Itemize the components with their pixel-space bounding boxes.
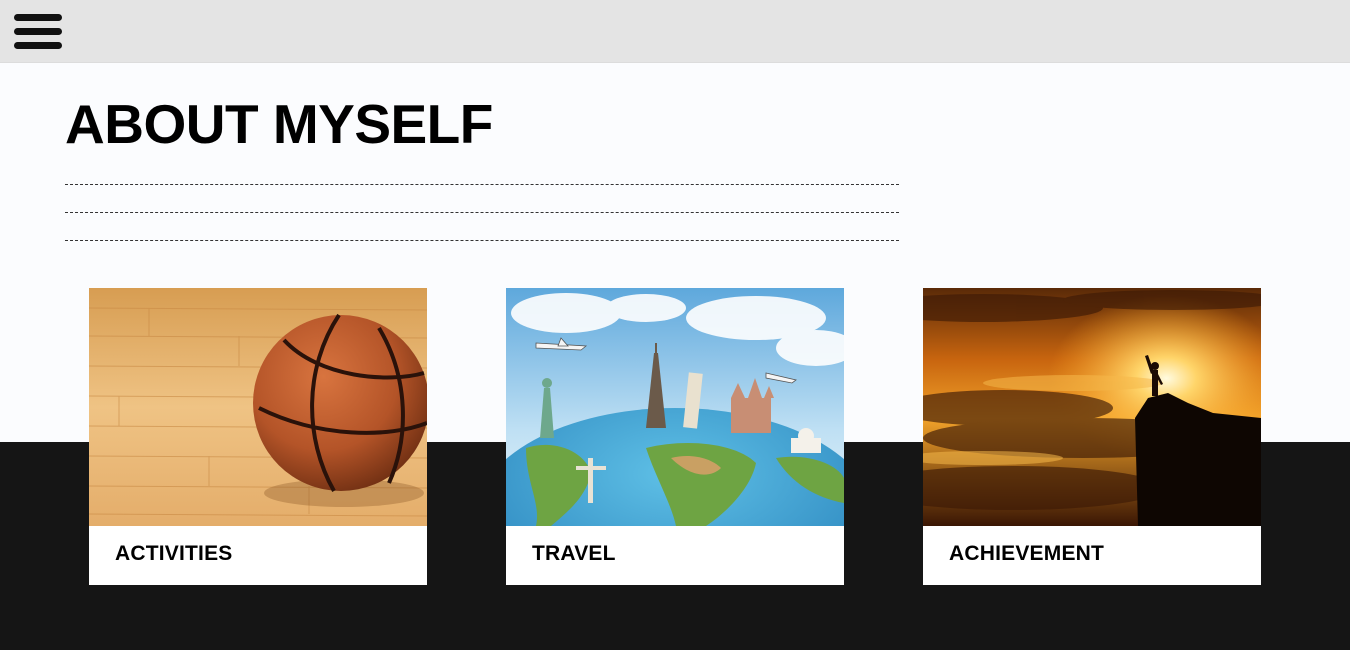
sunset-cliff-image <box>923 288 1261 526</box>
top-bar <box>0 0 1350 63</box>
basketball-image <box>89 288 427 526</box>
page-title: ABOUT MYSELF <box>65 93 493 155</box>
card-label: ACTIVITIES <box>115 542 233 565</box>
card-label: ACHIEVEMENT <box>949 542 1105 565</box>
hamburger-menu-icon[interactable] <box>14 14 62 50</box>
page: ABOUT MYSELF ACTIVITIES TRAVEL ACHIEVEME… <box>0 0 1350 650</box>
divider-line <box>65 184 899 185</box>
card-label: TRAVEL <box>532 542 616 565</box>
card-travel[interactable]: TRAVEL <box>506 288 844 585</box>
card-activities[interactable]: ACTIVITIES <box>89 288 427 585</box>
card-achievement[interactable]: ACHIEVEMENT <box>923 288 1261 585</box>
divider-line <box>65 212 899 213</box>
divider-line <box>65 240 899 241</box>
travel-landmarks-image <box>506 288 844 526</box>
